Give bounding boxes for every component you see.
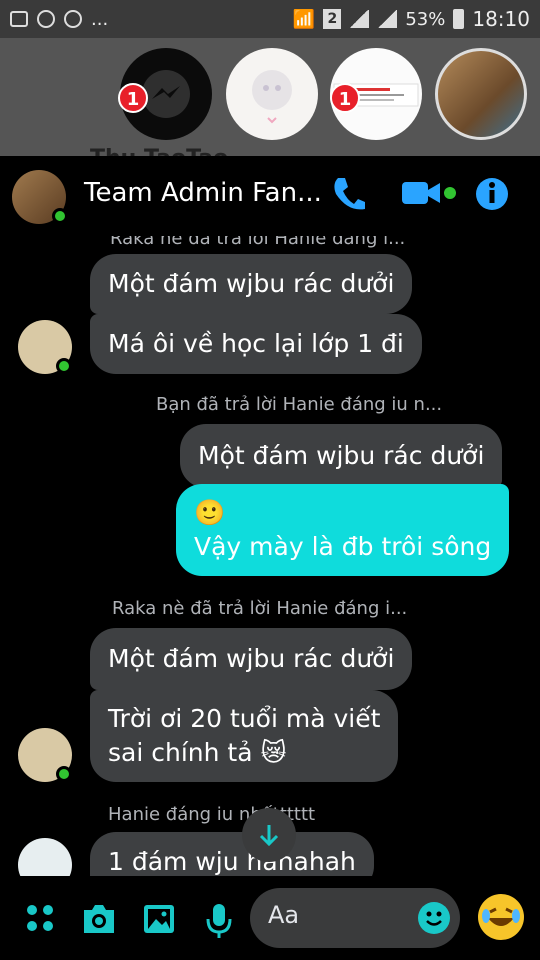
chat-title[interactable]: Team Admin Fan... — [84, 178, 322, 208]
wifi-icon: 📶 — [292, 8, 316, 30]
message-text: sai chính tả 😿 — [108, 738, 287, 767]
video-call-icon[interactable] — [402, 174, 460, 214]
phone-call-icon[interactable] — [330, 174, 366, 214]
apps-menu-icon[interactable] — [24, 902, 56, 934]
message-bubble[interactable]: Một đám wjbu rác dưởi — [90, 628, 413, 690]
battery-icon — [453, 9, 465, 29]
message-list[interactable]: Raka nè đã trả lời Hanie đáng i... Một đ… — [0, 236, 540, 876]
media-notification-icon — [64, 10, 82, 28]
sender-avatar[interactable] — [18, 838, 72, 876]
clock: 18:10 — [472, 7, 530, 31]
emoji-picker-icon[interactable] — [418, 902, 450, 934]
gallery-notification-icon — [10, 11, 28, 27]
unread-badge: 1 — [330, 83, 360, 113]
message-input-placeholder: Aa — [268, 901, 300, 929]
messenger-notification-icon — [37, 10, 55, 28]
message-text: Vậy mày là đb trôi sông — [194, 532, 492, 561]
laughing-emoji-quick-reaction-icon[interactable] — [478, 894, 524, 940]
scroll-to-bottom-button[interactable] — [242, 808, 296, 862]
my-message-bubble[interactable]: Một đám wjbu rác dưởi — [180, 424, 503, 488]
unread-badge: 1 — [118, 83, 148, 113]
laugh-face-icon — [482, 907, 520, 926]
chat-head-avatar[interactable] — [226, 48, 318, 140]
status-bar: ... 📶 2 53% 18:10 — [0, 0, 540, 38]
message-input[interactable]: Aa — [250, 888, 460, 948]
message-text: Trời ơi 20 tuổi mà viết — [108, 704, 381, 733]
online-indicator — [56, 766, 72, 782]
smile-emoji: 🙂 — [194, 498, 226, 527]
signal-icon — [349, 10, 370, 28]
camera-icon[interactable] — [80, 902, 118, 936]
online-indicator — [52, 208, 68, 224]
message-bubble[interactable]: Má ôi về học lại lớp 1 đi — [90, 314, 422, 374]
signal-icon-2 — [377, 10, 398, 28]
info-icon[interactable] — [474, 174, 510, 214]
message-bubble[interactable]: 1 đám wju hanahah — [90, 832, 374, 876]
chat-head-cat-avatar[interactable] — [435, 48, 527, 140]
message-bubble[interactable]: Trời ơi 20 tuổi mà viết sai chính tả 😿 — [90, 690, 399, 782]
microphone-icon[interactable] — [204, 902, 234, 940]
chat-window: Team Admin Fan... Raka nè đã trả lời Han… — [0, 156, 540, 960]
reply-note: Bạn đã trả lời Hanie đáng iu n... — [156, 394, 443, 415]
composer: Aa — [0, 884, 540, 960]
battery-percent: 53% — [405, 8, 446, 30]
more-notifications-text: ... — [91, 8, 109, 30]
message-bubble[interactable]: Một đám wjbu rác dưởi — [90, 254, 413, 314]
chat-heads-bar: Thu TaoTao 1 1 — [0, 38, 540, 194]
reply-note: Raka nè đã trả lời Hanie đáng i... — [110, 236, 406, 249]
gallery-icon[interactable] — [142, 902, 176, 936]
smiley-icon — [426, 911, 442, 926]
avatar-image-icon — [252, 70, 292, 124]
sim-icon: 2 — [323, 9, 342, 29]
online-indicator — [56, 358, 72, 374]
chat-header: Team Admin Fan... — [0, 156, 540, 236]
arrow-down-icon — [259, 825, 279, 847]
my-message-bubble-cyan[interactable]: 🙂 Vậy mày là đb trôi sông — [176, 484, 510, 576]
reply-note: Raka nè đã trả lời Hanie đáng i... — [112, 598, 408, 619]
